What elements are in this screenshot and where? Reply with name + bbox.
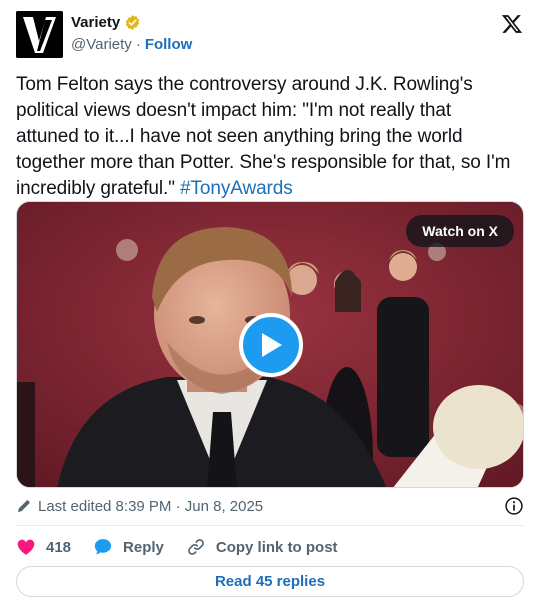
author-handle[interactable]: @Variety	[71, 36, 132, 53]
post-meta-row: Last edited 8:39 PM · Jun 8, 2025	[16, 495, 524, 517]
verified-badge-icon	[126, 15, 140, 30]
reply-label: Reply	[123, 538, 164, 556]
handle-separator: ·	[135, 36, 141, 53]
divider	[16, 525, 524, 526]
play-icon	[262, 333, 282, 357]
post-actions: 418 Reply Copy link to post	[16, 534, 360, 560]
copy-link-label: Copy link to post	[215, 538, 338, 556]
author-name[interactable]: Variety	[71, 14, 120, 31]
copy-link-button[interactable]: Copy link to post	[186, 537, 338, 557]
reply-bubble-icon	[94, 539, 112, 555]
author-avatar[interactable]	[16, 11, 63, 58]
x-logo-icon[interactable]	[501, 13, 523, 35]
author-handle-row: @Variety · Follow	[71, 36, 192, 53]
play-button[interactable]	[239, 313, 303, 377]
last-edited-timestamp[interactable]: Last edited 8:39 PM · Jun 8, 2025	[38, 498, 263, 515]
info-icon[interactable]	[504, 496, 524, 516]
read-replies-button[interactable]: Read 45 replies	[16, 566, 524, 597]
follow-link[interactable]: Follow	[145, 36, 193, 53]
variety-logo-icon	[16, 11, 63, 58]
hashtag-link[interactable]: #TonyAwards	[180, 178, 293, 199]
heart-icon	[17, 539, 35, 555]
author-name-row: Variety	[71, 14, 141, 31]
like-button[interactable]: 418	[16, 537, 71, 557]
link-icon	[188, 539, 204, 555]
video-media[interactable]: Watch on X	[16, 201, 524, 488]
embedded-post-card: Variety @Variety · Follow Tom Felton say…	[0, 0, 540, 613]
post-text: Tom Felton says the controversy around J…	[16, 72, 516, 202]
like-count: 418	[46, 538, 72, 556]
watch-on-x-button[interactable]: Watch on X	[406, 215, 514, 247]
reply-button[interactable]: Reply	[93, 537, 164, 557]
edit-pencil-icon	[18, 500, 30, 512]
